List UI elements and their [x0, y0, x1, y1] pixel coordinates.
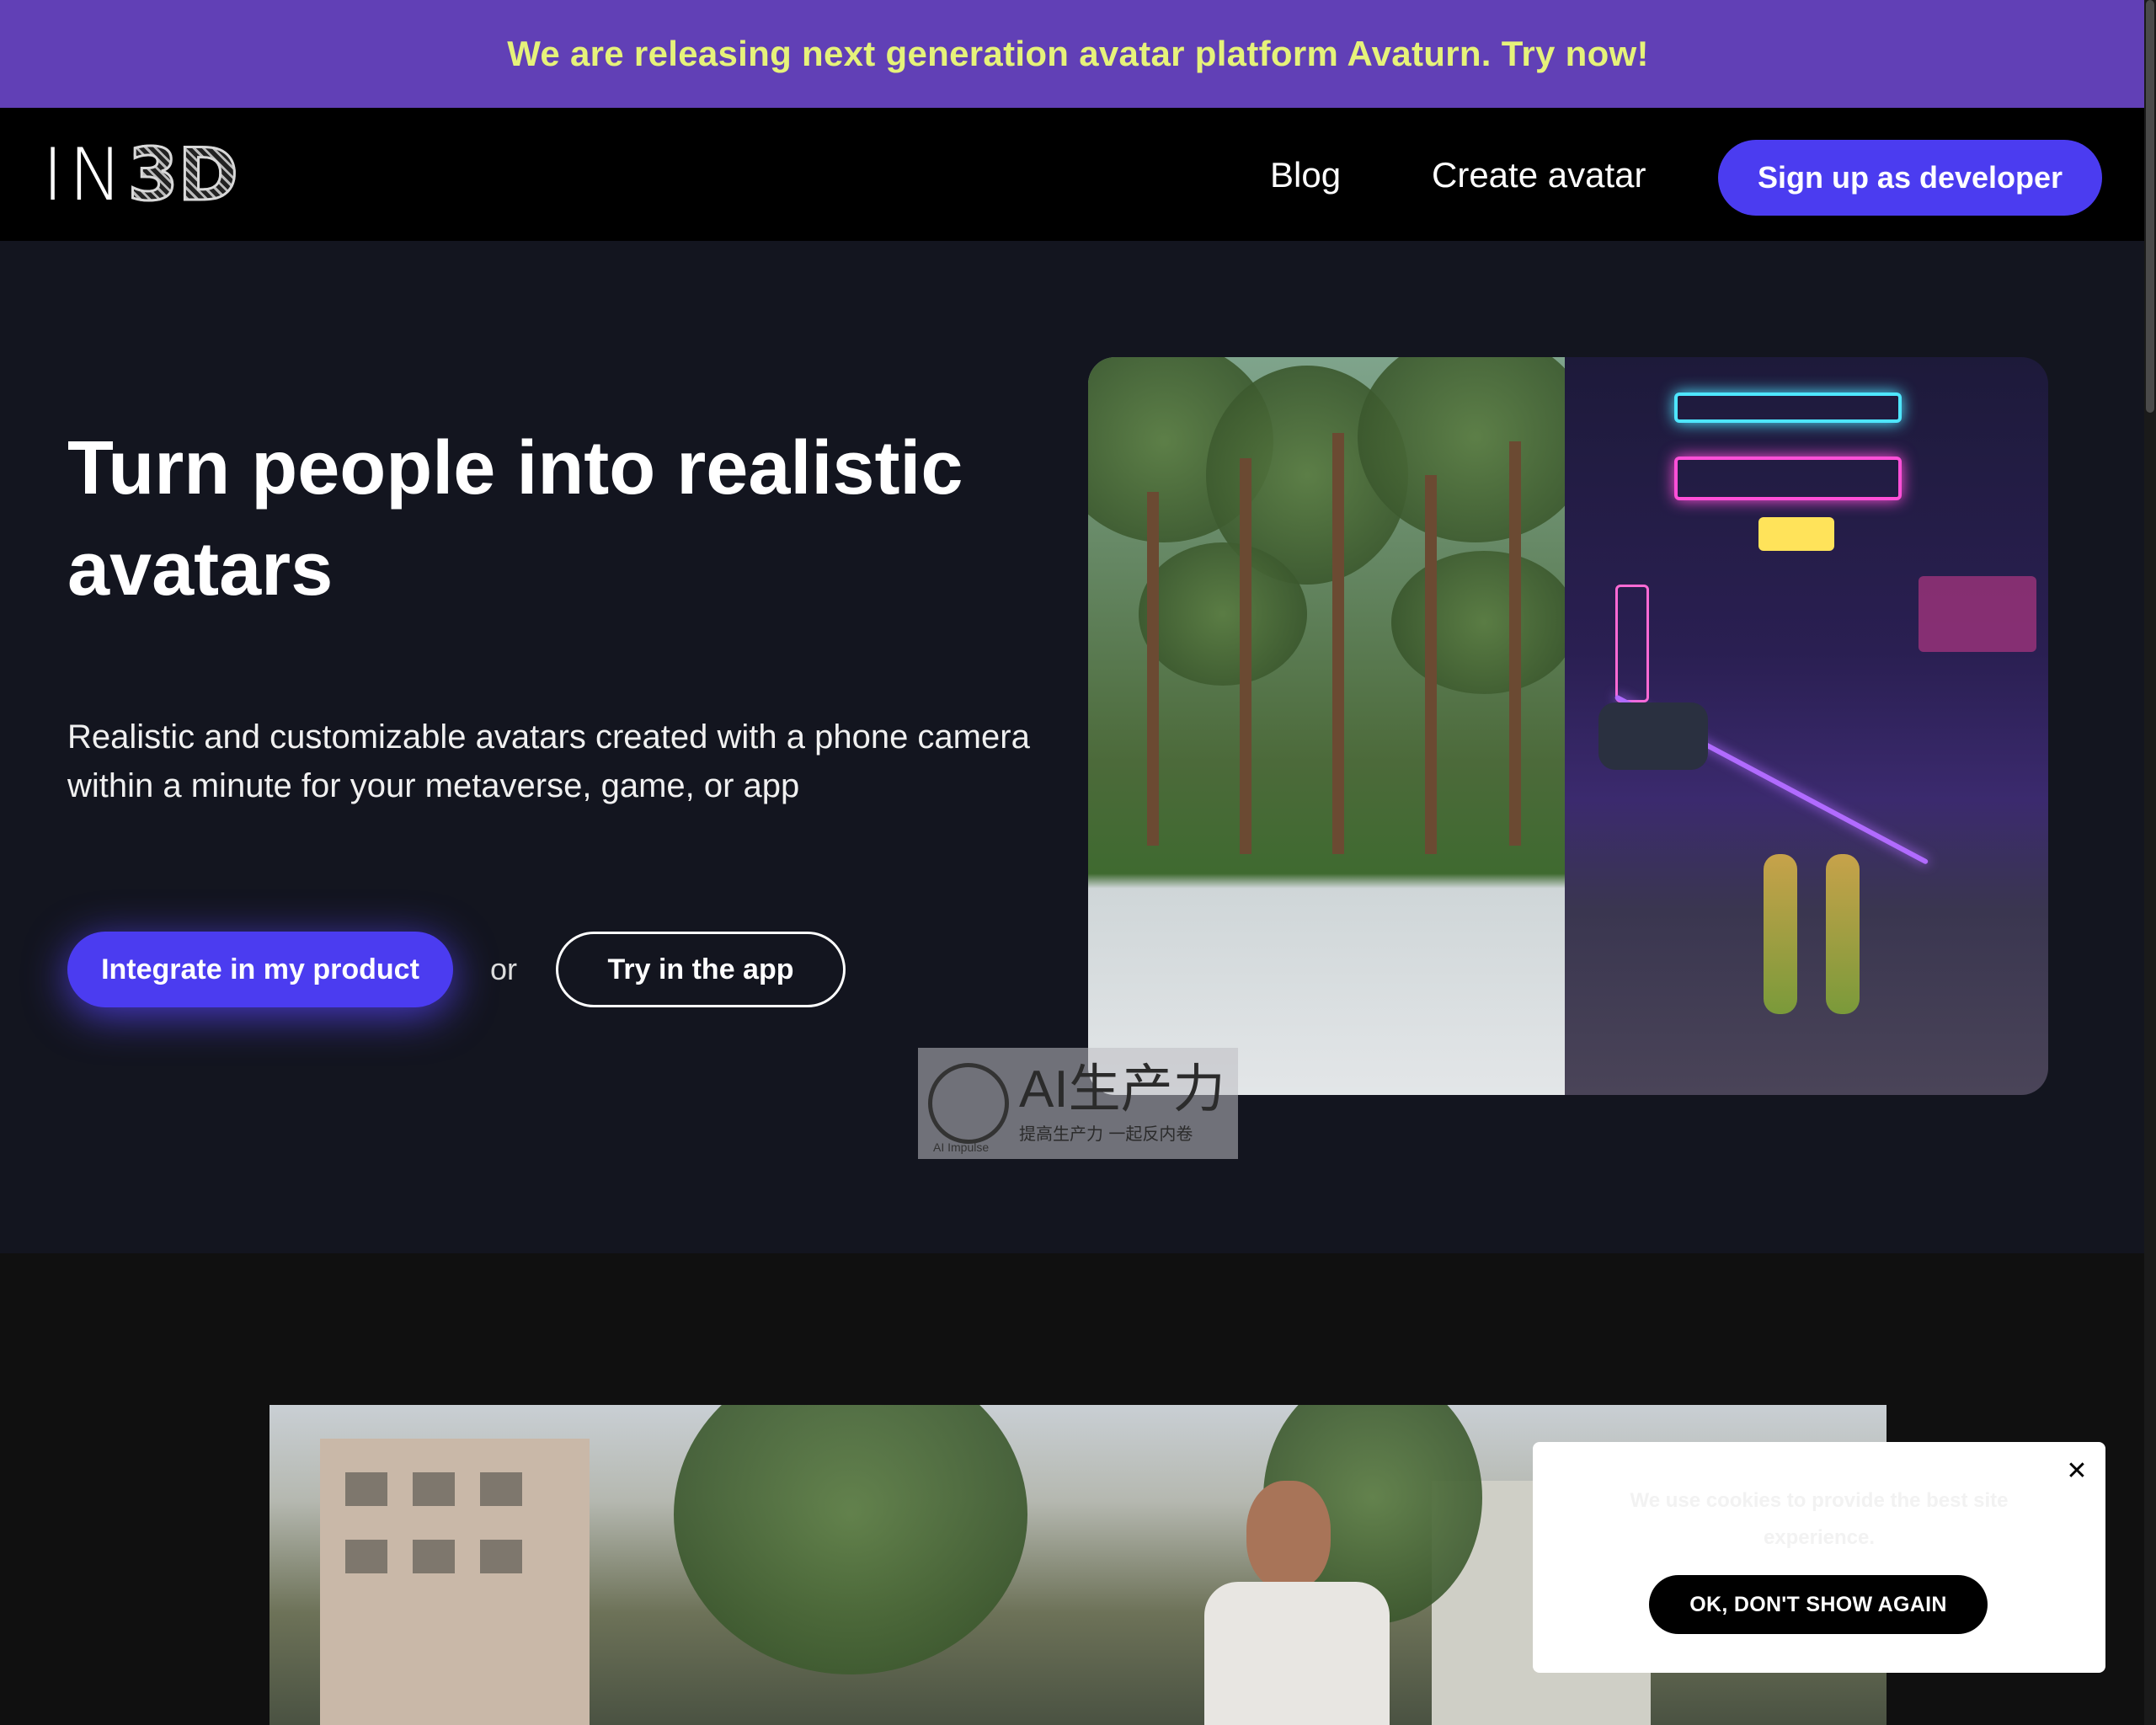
- watermark-overlay: AI生产力 提高生产力 一起反内卷 AI Impulse: [918, 1048, 1238, 1159]
- watermark-main: AI生产力: [1019, 1060, 1225, 1119]
- logo-in-text: IN: [42, 133, 128, 217]
- cookie-ok-button[interactable]: OK, DON'T SHOW AGAIN: [1649, 1575, 1988, 1634]
- announcement-banner[interactable]: We are releasing next generation avatar …: [0, 0, 2156, 108]
- hero-avatar-video[interactable]: [1088, 357, 2048, 1095]
- page-scrollbar[interactable]: [2144, 0, 2156, 1725]
- hero-title: Turn people into realistic avatars: [67, 426, 963, 611]
- cookie-dialog: We use cookies to provide the best site …: [1533, 1442, 2105, 1673]
- watermark-label: AI Impulse: [933, 1140, 990, 1154]
- logo-3d-text: 3D: [126, 132, 239, 219]
- nav-blog-link[interactable]: Blog: [1270, 155, 1341, 195]
- sign-up-developer-button[interactable]: Sign up as developer: [1718, 140, 2102, 216]
- watermark-sub: 提高生产力 一起反内卷: [1019, 1123, 1193, 1144]
- hero-section: Turn people into realistic avatars Reali…: [0, 241, 2156, 1253]
- hero-subtitle: Realistic and customizable avatars creat…: [67, 718, 1030, 804]
- or-separator: or: [490, 952, 518, 986]
- unicorn-logo-icon: [928, 1063, 1009, 1144]
- in3d-logo[interactable]: IN 3D: [42, 132, 239, 219]
- integrate-product-button[interactable]: Integrate in my product: [67, 932, 453, 1007]
- close-icon[interactable]: ✕: [2060, 1454, 2094, 1487]
- cookie-message: We use cookies to provide the best site …: [1630, 1489, 2009, 1549]
- scrollbar-thumb[interactable]: [2146, 0, 2154, 413]
- site-header: IN 3D Blog Create avatar Sign up as devel…: [0, 108, 2156, 241]
- real-world-scene: [1088, 357, 1593, 1095]
- nav-create-avatar-link[interactable]: Create avatar: [1432, 155, 1646, 195]
- metaverse-scene: [1565, 357, 2048, 1095]
- banner-text[interactable]: We are releasing next generation avatar …: [507, 34, 1649, 74]
- try-in-app-button[interactable]: Try in the app: [556, 932, 846, 1007]
